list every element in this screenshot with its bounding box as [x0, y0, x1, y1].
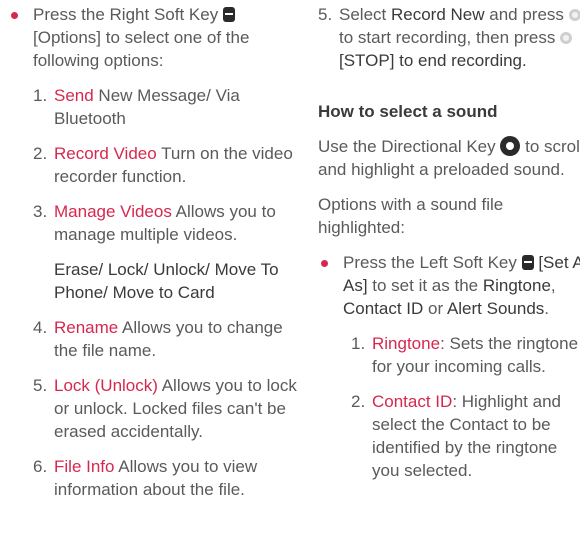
manage-videos-suboptions: Erase/ Lock/ Unlock/ Move To Phone/ Move… [54, 260, 279, 302]
item-number: 1. [351, 334, 366, 353]
bullet-text-post: [Options] to select one of the following… [33, 28, 250, 70]
bullet-text: . [544, 299, 550, 318]
options-bullet: Press the Right Soft Key [Options] to se… [0, 3, 300, 72]
right-column: 5. Select Record New and press to start … [318, 0, 580, 482]
step-text: and press [484, 5, 569, 24]
list-item: 1. Send New Message/ Via Bluetooth [33, 84, 300, 130]
item-title: Contact ID [372, 392, 453, 411]
item-number: 2. [33, 144, 48, 163]
bullet-dot [11, 12, 18, 19]
bullet-dot [321, 260, 328, 267]
right-soft-key-icon [222, 7, 235, 22]
item-title: Ringtone [372, 334, 441, 353]
set-as-label: [Set As] [538, 253, 580, 272]
item-number: 1. [33, 86, 48, 105]
bullet-text: or [423, 299, 447, 318]
step-text: to start recording, then press [339, 28, 561, 47]
options-bullet-text: Press the Right Soft Key [Options] to se… [33, 3, 300, 72]
step-text-stop: [STOP] to end recording. [339, 51, 527, 70]
ok-key-icon [560, 32, 573, 44]
left-column: Press the Right Soft Key [Options] to se… [0, 0, 300, 501]
bullet-text: Press the Left Soft Key [343, 253, 522, 272]
set-as-bullet: Press the Left Soft Key [Set As] As] to … [314, 251, 580, 320]
item-title: Lock (Unlock) [54, 376, 158, 395]
directional-key-icon [500, 136, 521, 156]
item-number: 2. [351, 392, 366, 411]
left-soft-key-icon [521, 255, 534, 270]
record-step: 5. Select Record New and press to start … [318, 3, 580, 72]
ok-key-icon [568, 9, 580, 21]
item-title: Send [54, 86, 94, 105]
set-as-bullet-text: Press the Left Soft Key [Set As] As] to … [343, 251, 580, 320]
sound-options-list: 1. Ringtone: Sets the ringtone for your … [318, 332, 580, 482]
options-intro: Options with a sound file highlighted: [318, 195, 504, 237]
bullet-text: to set it as the [367, 276, 483, 295]
list-item: 4. Rename Allows you to change the file … [33, 316, 300, 362]
item-title: Manage Videos [54, 202, 172, 221]
item-title: Record Video [54, 144, 157, 163]
step-text: Select [339, 5, 391, 24]
item-number: 3. [33, 202, 48, 221]
para-text: Use the Directional Key [318, 137, 501, 156]
step-number: 5. [318, 5, 333, 24]
item-number: 4. [33, 318, 48, 337]
item-number: 6. [33, 457, 48, 476]
item-title: Rename [54, 318, 119, 337]
bullet-text: , [550, 276, 556, 295]
item-title: File Info [54, 457, 115, 476]
ringtone-label: Ringtone [482, 276, 551, 295]
list-item: 6. File Info Allows you to view informat… [33, 455, 300, 501]
contact-id-label: Contact ID [343, 299, 424, 318]
list-item: 3. Manage Videos Allows you to manage mu… [33, 200, 300, 304]
alert-sounds-label: Alert Sounds [446, 299, 545, 318]
options-list: 1. Send New Message/ Via Bluetooth 2. Re… [0, 84, 300, 501]
section-heading: How to select a sound [318, 102, 498, 121]
record-new-label: Record New [390, 5, 485, 24]
list-item: 1. Ringtone: Sets the ringtone for your … [351, 332, 580, 378]
directional-paragraph: Use the Directional Key to scroll and hi… [318, 135, 580, 181]
list-item: 5. Lock (Unlock) Allows you to lock or u… [33, 374, 300, 443]
item-number: 5. [33, 376, 48, 395]
bullet-text-pre: Press the Right Soft Key [33, 5, 223, 24]
list-item: 2. Contact ID: Highlight and select the … [351, 390, 580, 482]
list-item: 2. Record Video Turn on the video record… [33, 142, 300, 188]
